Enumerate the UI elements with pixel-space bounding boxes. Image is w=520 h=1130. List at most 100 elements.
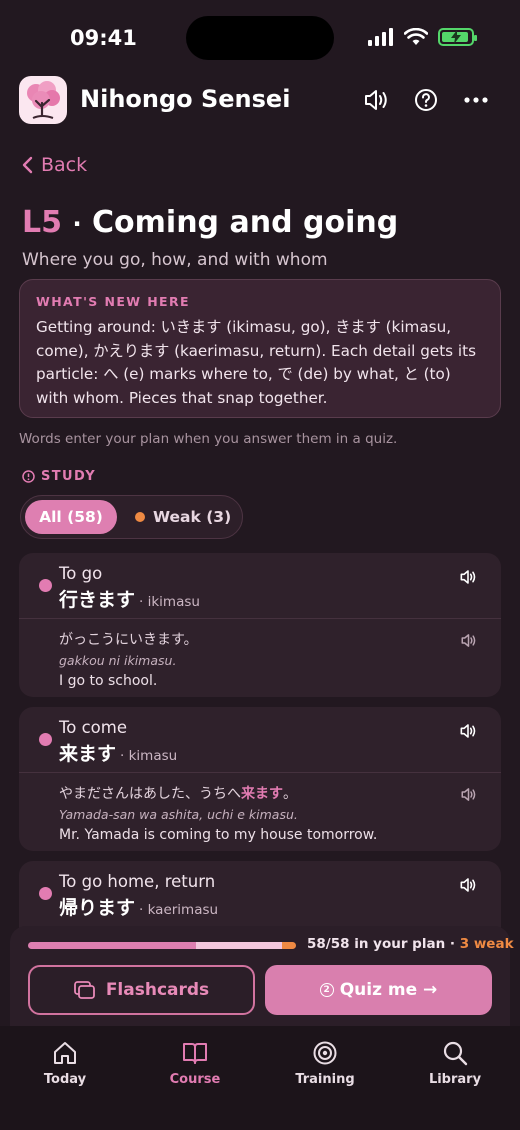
tab-today[interactable]: Today <box>10 1038 120 1087</box>
status-time: 09:41 <box>70 26 137 50</box>
lesson-separator: · <box>72 210 82 238</box>
help-button[interactable] <box>412 86 440 114</box>
back-label: Back <box>41 154 88 176</box>
tab-training[interactable]: Training <box>270 1038 380 1087</box>
lesson-name: Coming and going <box>92 205 399 240</box>
vocab-card-header: To go 行きます · ikimasu <box>19 553 501 619</box>
speaker-icon <box>460 878 476 892</box>
vocab-card[interactable]: To come 来ます · kimasu やまださんはあした、うちへ来ます。 Ya… <box>19 707 501 851</box>
back-chevron-icon <box>22 156 33 174</box>
search-icon <box>443 1041 468 1066</box>
example-japanese-text: やまださんはあした、うちへ <box>59 786 241 802</box>
play-word-button[interactable] <box>459 569 477 589</box>
example-japanese: がっこうにいきます。 <box>59 629 501 649</box>
back-button[interactable]: Back <box>22 154 87 176</box>
book-icon <box>183 1043 207 1064</box>
app-header: Nihongo Sensei <box>0 76 520 124</box>
tab-library[interactable]: Library <box>400 1038 510 1087</box>
example-japanese-end: 。 <box>283 786 297 802</box>
plan-note: Words enter your plan when you answer th… <box>19 431 398 447</box>
whats-new-body: Getting around: いきます (ikimasu, go), きます … <box>36 318 476 407</box>
speaker-icon <box>365 90 387 110</box>
speaker-icon <box>460 570 476 584</box>
example-romaji: gakkou ni ikimasu. <box>59 653 177 668</box>
filter-weak-label: Weak (3) <box>153 508 232 526</box>
progress-learning <box>196 942 282 949</box>
quiz-button[interactable]: 2 Quiz me → <box>265 965 492 1015</box>
progress-dot <box>39 887 52 900</box>
wifi-icon <box>404 28 428 45</box>
weak-count: 3 weak <box>459 936 514 952</box>
signal-icon <box>368 28 393 46</box>
plan-count: 58/58 in your plan · <box>307 936 456 952</box>
tab-course[interactable]: Course <box>140 1038 250 1087</box>
vocab-kanji: 行きます <box>59 589 136 611</box>
progress-dot <box>39 579 52 592</box>
flashcards-button[interactable]: Flashcards <box>28 965 255 1015</box>
quiz-count-badge: 2 <box>319 983 334 997</box>
target-icon <box>313 1041 337 1065</box>
plan-progress-text: 58/58 in your plan · 3 weak <box>307 936 514 952</box>
tab-training-label: Training <box>295 1072 355 1087</box>
cards-icon <box>73 981 95 999</box>
speaker-icon <box>460 724 476 738</box>
example-romaji: Yamada-san wa ashita, uchi e kimasu. <box>59 807 298 822</box>
progress-known <box>28 942 196 949</box>
speaker-icon <box>461 634 476 647</box>
whats-new-panel: WHAT'S NEW HERE Getting around: いきます (ik… <box>19 279 501 418</box>
app-logo <box>19 76 67 124</box>
example-english: Mr. Yamada is coming to my house tomorro… <box>59 827 378 843</box>
weak-dot <box>135 512 145 522</box>
help-icon <box>415 89 437 111</box>
play-example-button[interactable] <box>460 633 477 652</box>
audio-button[interactable] <box>362 86 390 114</box>
lesson-code: L5 <box>22 205 62 240</box>
home-icon <box>54 1042 76 1064</box>
dynamic-island <box>186 16 334 60</box>
tab-bar: Today Course Training Library <box>0 1026 520 1130</box>
lesson-subtitle: Where you go, how, and with whom <box>22 250 328 270</box>
header-actions <box>362 86 490 114</box>
filter-weak-button[interactable]: Weak (3) <box>135 508 231 526</box>
plan-progress-bar <box>28 942 296 949</box>
status-icons <box>368 28 477 46</box>
tab-today-label: Today <box>43 1072 87 1087</box>
study-filter: All (58) Weak (3) <box>20 495 243 539</box>
quiz-label: Quiz me → <box>339 980 438 1000</box>
vocab-card-header: To go home, return 帰ります · kaerimasu <box>19 861 501 927</box>
vocab-kanji: 来ます <box>59 743 117 765</box>
example-japanese-text: がっこうにいきます。 <box>59 632 198 648</box>
battery-icon <box>438 28 477 46</box>
vocab-romaji: · kimasu <box>120 748 178 764</box>
example-japanese: やまださんはあした、うちへ来ます。 <box>59 783 501 803</box>
vocab-english: To go <box>59 564 103 583</box>
play-word-button[interactable] <box>459 877 477 897</box>
study-section-label: STUDY <box>22 469 96 484</box>
more-icon <box>464 97 488 103</box>
vocab-card-header: To come 来ます · kimasu <box>19 707 501 773</box>
vocab-kanji: 帰ります <box>59 897 136 919</box>
tab-library-label: Library <box>428 1072 482 1087</box>
play-word-button[interactable] <box>459 723 477 743</box>
progress-dot <box>39 733 52 746</box>
filter-all-button[interactable]: All (58) <box>25 500 117 534</box>
vocab-card[interactable]: To go 行きます · ikimasu がっこうにいきます。 gakkou ni… <box>19 553 501 697</box>
vocab-japanese: 帰ります · kaerimasu <box>59 893 218 920</box>
info-icon <box>22 470 35 483</box>
more-button[interactable] <box>462 86 490 114</box>
progress-weak <box>282 942 296 949</box>
lesson-title: L5 · Coming and going <box>22 205 398 240</box>
play-example-button[interactable] <box>460 787 477 806</box>
speaker-icon <box>461 788 476 801</box>
app-title: Nihongo Sensei <box>80 85 291 113</box>
status-bar: 09:41 <box>0 0 520 76</box>
flashcards-label: Flashcards <box>105 980 210 1000</box>
example-sentence: がっこうにいきます。 gakkou ni ikimasu. I go to sc… <box>19 619 501 697</box>
vocab-romaji: · ikimasu <box>139 594 200 610</box>
example-highlight: 来ます <box>241 786 283 802</box>
tab-course-label: Course <box>169 1072 221 1087</box>
study-label-text: STUDY <box>41 469 97 484</box>
study-action-panel: 58/58 in your plan · 3 weak Flashcards 2… <box>10 926 514 1026</box>
example-english: I go to school. <box>59 673 158 689</box>
example-sentence: やまださんはあした、うちへ来ます。 Yamada-san wa ashita, … <box>19 773 501 851</box>
